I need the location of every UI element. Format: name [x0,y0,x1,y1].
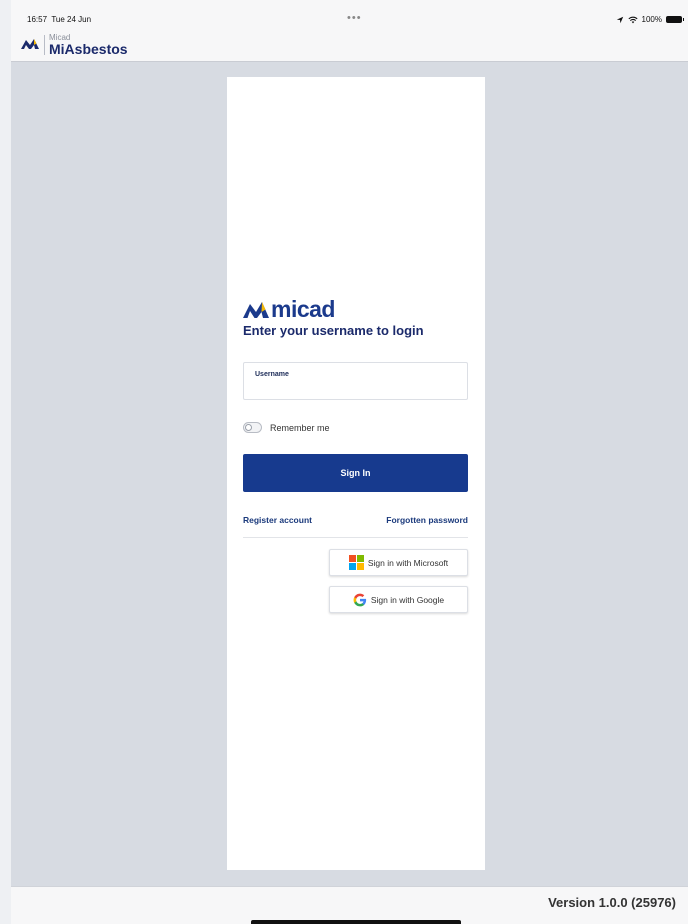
status-time: 16:57 [27,15,48,24]
header-title: MiAsbestos [49,41,128,57]
location-arrow-icon [616,16,623,23]
login-card: micad Enter your username to login Usern… [227,77,485,870]
microsoft-logo-icon [348,555,364,570]
battery-icon [666,16,684,23]
google-logo-icon [353,593,366,606]
sign-in-button[interactable]: Sign In [243,454,468,492]
battery-percent: 100% [641,15,662,24]
username-field[interactable]: Username [243,362,468,400]
remember-me-toggle[interactable] [243,422,262,433]
home-indicator[interactable] [251,920,461,924]
account-links: Register account Forgotten password [243,515,468,527]
brand-text: micad [271,296,335,322]
footer: Version 1.0.0 (25976) [11,886,688,924]
app-screen: 16:57 Tue 24 Jun ••• 100% Micad MiAsbest… [0,0,688,924]
version-label: Version 1.0.0 (25976) [548,895,676,910]
status-time-date: 16:57 Tue 24 Jun [27,15,91,24]
remember-me-label: Remember me [270,422,330,433]
google-button-label: Sign in with Google [370,594,445,605]
brand-logo: micad [243,296,335,323]
register-account-link[interactable]: Register account [243,515,312,525]
micad-logo-icon [21,39,39,49]
microsoft-button-label: Sign in with Microsoft [367,557,449,568]
forgotten-password-link[interactable]: Forgotten password [386,515,468,525]
status-bar: 16:57 Tue 24 Jun ••• 100% [11,0,688,24]
sign-in-microsoft-button[interactable]: Sign in with Microsoft [329,549,468,576]
sign-in-google-button[interactable]: Sign in with Google [329,586,468,613]
login-heading: Enter your username to login [243,323,424,338]
wifi-icon [627,16,638,23]
username-input[interactable] [254,381,454,397]
username-label: Username [255,371,289,378]
app-header: Micad MiAsbestos [11,28,688,60]
multitask-dots[interactable]: ••• [347,12,362,24]
status-indicators: 100% [616,15,684,24]
status-date: Tue 24 Jun [51,15,92,24]
micad-logo-icon [243,302,269,318]
links-divider [243,537,468,538]
header-divider [44,35,45,55]
toggle-knob [245,424,252,431]
remember-me-row[interactable]: Remember me [243,422,330,433]
top-bar: 16:57 Tue 24 Jun ••• 100% Micad MiAsbest… [11,0,688,62]
